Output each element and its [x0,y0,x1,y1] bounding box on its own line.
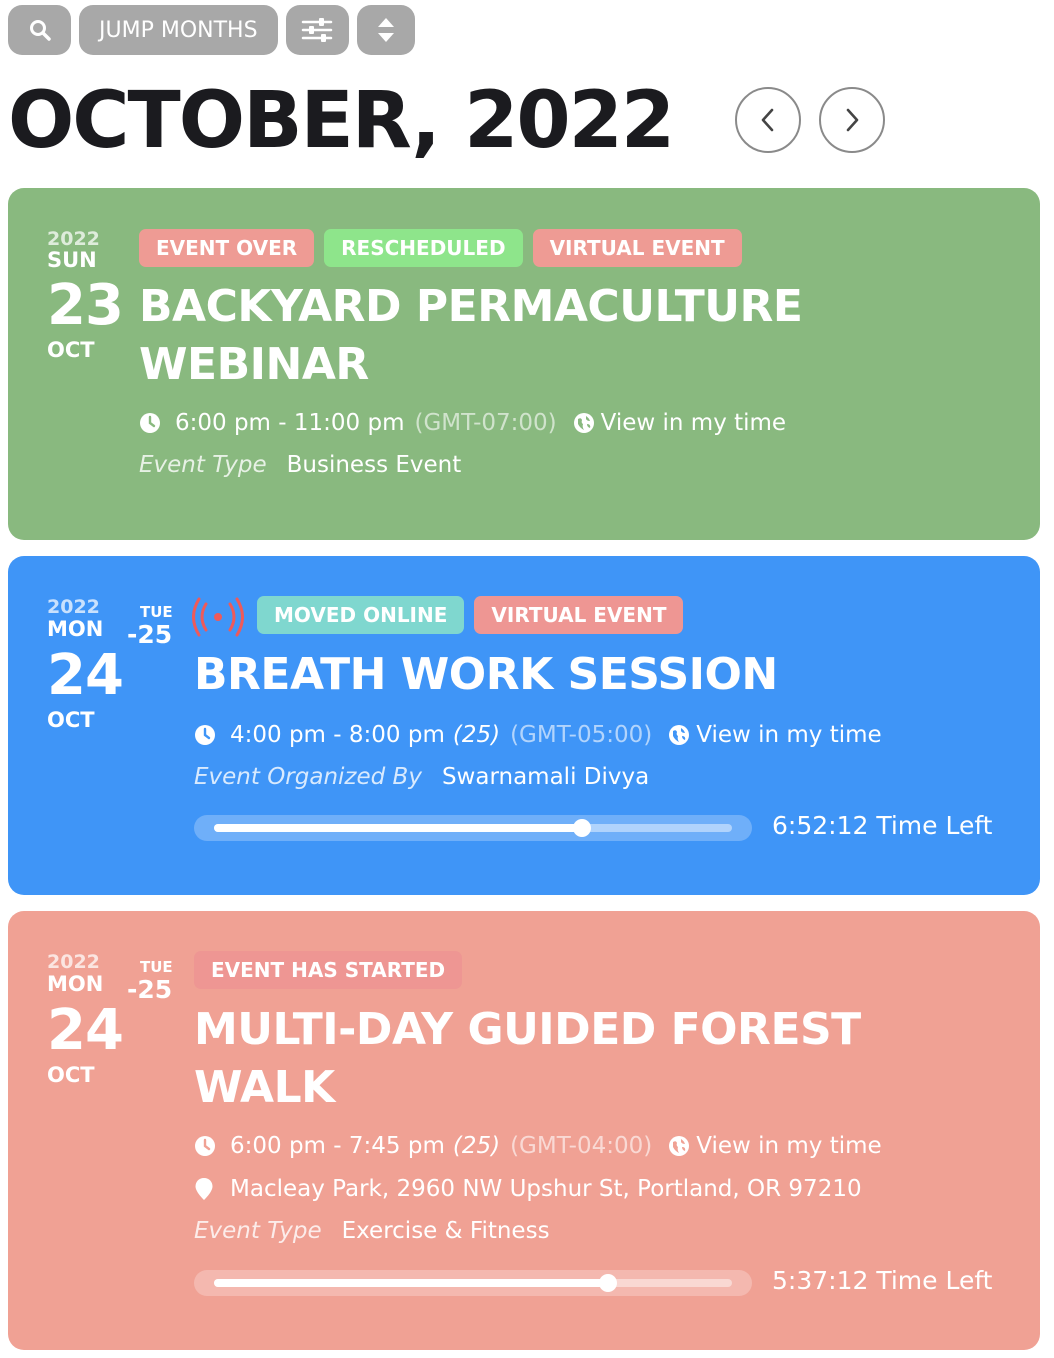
event-month: OCT [47,1063,95,1087]
sort-icon [377,18,394,42]
event-location-row: Macleay Park, 2960 NW Upshur St, Portlan… [194,1176,862,1202]
event-time-suffix: (25) [452,722,501,748]
status-badge: EVENT HAS STARTED [194,951,463,989]
clock-icon [195,1136,215,1156]
live-broadcast-icon [192,597,244,637]
event-time: 6:00 pm - 7:45 pm [230,1133,445,1159]
event-time-row: 6:00 pm - 7:45 pm (25) (GMT-04:00) View … [194,1133,882,1159]
view-in-my-time-link[interactable]: View in my time [573,410,786,436]
event-weekday: MON [47,617,104,641]
event-title[interactable]: BREATH WORK SESSION [194,646,994,704]
event-end-weekday: TUE [140,958,173,976]
event-card[interactable]: 2022 MON 24 OCT TUE -25 EVENT HAS STARTE… [8,911,1040,1350]
sliders-icon [301,18,333,42]
next-month-button[interactable] [819,87,885,153]
event-meta-value: Business Event [286,452,462,478]
event-time-suffix: (25) [452,1133,501,1159]
progress-track [214,1274,732,1292]
event-month: OCT [47,708,95,732]
event-timezone: (GMT-05:00) [510,722,653,748]
progress-knob [572,819,591,837]
view-in-my-time-link[interactable]: View in my time [668,722,882,748]
event-location[interactable]: Macleay Park, 2960 NW Upshur St, Portlan… [230,1176,862,1202]
event-year: 2022 [47,596,100,618]
event-meta-row: Event Type Exercise & Fitness [194,1218,550,1244]
globe-icon [669,1136,690,1156]
event-weekday: SUN [47,248,97,272]
chevron-right-icon [846,108,859,132]
view-in-my-time-link[interactable]: View in my time [668,1133,882,1159]
event-end-day: -25 [127,620,173,649]
progress-fill [214,824,582,832]
chevron-left-icon [761,108,774,132]
event-card[interactable]: 2022 MON 24 OCT TUE -25 MOVED ONLINE VIR… [8,556,1040,895]
event-timezone: (GMT-07:00) [414,410,557,436]
status-badge: MOVED ONLINE [257,596,465,634]
event-tags: MOVED ONLINE VIRTUAL EVENT [257,596,684,634]
month-title: OCTOBER, 2022 [8,76,675,166]
status-badge: RESCHEDULED [324,229,523,267]
event-meta-label: Event Type [194,1218,322,1244]
event-meta-label: Event Type [139,452,267,478]
status-badge: VIRTUAL EVENT [532,229,742,267]
event-month: OCT [47,338,95,362]
toolbar: JUMP MONTHS [8,5,415,55]
map-pin-icon [195,1178,213,1200]
event-time: 6:00 pm - 11:00 pm [175,410,405,436]
event-day: 24 [47,643,124,708]
view-in-my-time-label: View in my time [696,1133,882,1159]
clock-icon [195,725,215,745]
event-tags: EVENT OVER RESCHEDULED VIRTUAL EVENT [139,229,742,267]
event-time-row: 6:00 pm - 11:00 pm (GMT-07:00) View in m… [139,410,786,436]
prev-month-button[interactable] [735,87,801,153]
time-left-label: 6:52:12 Time Left [772,811,993,840]
event-time-row: 4:00 pm - 8:00 pm (25) (GMT-05:00) View … [194,722,882,748]
view-in-my-time-label: View in my time [696,722,882,748]
event-end-weekday: TUE [140,603,173,621]
event-end-day: -25 [127,975,173,1004]
search-button[interactable] [8,5,71,55]
event-time: 4:00 pm - 8:00 pm [230,722,445,748]
event-meta-label: Event Organized By [194,764,422,790]
status-badge: VIRTUAL EVENT [474,596,684,634]
sort-button[interactable] [356,5,415,55]
event-progress-bar [194,1270,752,1296]
event-title[interactable]: MULTI-DAY GUIDED FOREST WALK [194,1001,994,1117]
event-meta-row: Event Organized By Swarnamali Divya [194,764,649,790]
view-in-my-time-label: View in my time [600,410,787,436]
event-year: 2022 [47,228,100,250]
search-icon [29,20,51,41]
event-day: 23 [47,273,124,338]
event-meta-value: Exercise & Fitness [341,1218,550,1244]
event-meta-row: Event Type Business Event [139,452,461,478]
status-badge: EVENT OVER [139,229,315,267]
event-progress-bar [194,815,752,841]
progress-track [214,819,732,837]
clock-icon [140,413,160,433]
event-card[interactable]: 2022 SUN 23 OCT EVENT OVER RESCHEDULED V… [8,188,1040,540]
jump-months-button[interactable]: JUMP MONTHS [79,5,278,55]
time-left-label: 5:37:12 Time Left [772,1266,993,1295]
globe-icon [573,413,594,433]
event-tags: EVENT HAS STARTED [194,951,463,989]
event-weekday: MON [47,972,104,996]
event-title[interactable]: BACKYARD PERMACULTURE WEBINAR [139,278,939,394]
event-year: 2022 [47,951,100,973]
filter-button[interactable] [285,5,349,55]
event-day: 24 [47,998,124,1063]
progress-knob [598,1274,617,1292]
progress-fill [214,1279,608,1287]
event-timezone: (GMT-04:00) [510,1133,653,1159]
globe-icon [669,725,690,745]
event-meta-value: Swarnamali Divya [441,764,650,790]
